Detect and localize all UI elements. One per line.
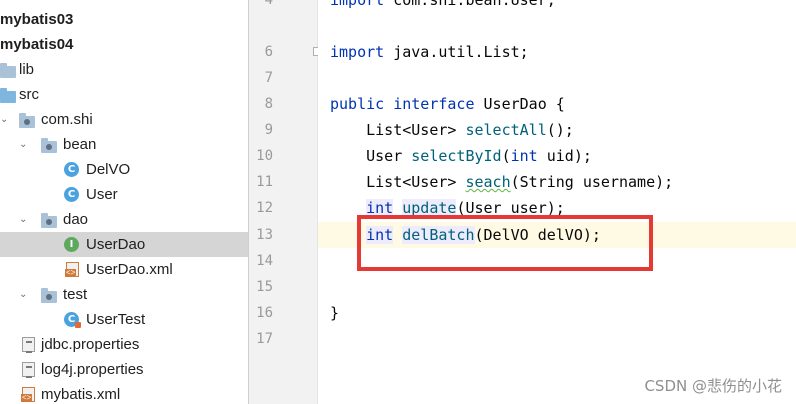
line-number: 17 <box>256 331 273 347</box>
line-number: 4 <box>264 0 273 8</box>
line-number: 11 <box>256 174 273 190</box>
line-number: 6 <box>264 44 273 60</box>
line-number: 14 <box>256 253 273 269</box>
tree-item-userdao[interactable]: I UserDao <box>0 232 248 257</box>
line-number: 7 <box>264 70 273 86</box>
chevron-down-icon[interactable]: ⌄ <box>19 140 28 150</box>
tree-item-com-shi[interactable]: ⌄ com.shi <box>0 107 248 132</box>
code-line-10: User selectById(int uid); <box>330 147 592 165</box>
line-number: 9 <box>264 122 273 138</box>
xml-file-icon <box>21 387 35 402</box>
tree-item-label: log4j.properties <box>41 361 144 378</box>
tree-item-label: lib <box>19 61 35 78</box>
typo-warning: seach <box>465 173 511 191</box>
line-number-current: 13 <box>256 227 273 243</box>
tree-item-log4j-properties[interactable]: log4j.properties <box>0 357 248 382</box>
tree-item-usertest[interactable]: C UserTest <box>0 307 248 332</box>
code-editor[interactable]: import com.shi.bean.User; import java.ut… <box>318 0 796 404</box>
code-line-8: public interface UserDao { <box>330 95 565 113</box>
package-icon <box>41 288 57 303</box>
tree-item-label: bean <box>63 136 97 153</box>
test-class-icon: C <box>64 312 81 328</box>
annotation-highlight-box <box>357 215 653 271</box>
tree-item-label: dao <box>63 211 89 228</box>
tree-item-lib[interactable]: lib <box>0 57 248 82</box>
tree-item-label: UserDao.xml <box>86 261 173 278</box>
source-folder-icon <box>0 88 16 103</box>
interface-icon: I <box>64 237 79 252</box>
line-number: 12 <box>256 200 273 216</box>
tree-item-userdao-xml[interactable]: UserDao.xml <box>0 257 248 282</box>
tree-item-delvo[interactable]: C DelVO <box>0 157 248 182</box>
line-number: 10 <box>256 148 273 164</box>
tree-item-bean[interactable]: ⌄ bean <box>0 132 248 157</box>
properties-file-icon <box>22 337 35 353</box>
code-line-11: List<User> seach(String username); <box>330 173 674 191</box>
package-icon <box>19 113 35 128</box>
tree-item-src[interactable]: src <box>0 82 248 107</box>
chevron-down-icon[interactable]: ⌄ <box>19 290 28 300</box>
xml-file-icon <box>65 262 79 277</box>
code-line-6: import java.util.List; <box>330 43 529 61</box>
class-icon: C <box>64 187 79 202</box>
code-line-4: import com.shi.bean.User; <box>330 0 556 9</box>
tree-item-label: src <box>19 86 39 103</box>
package-icon <box>41 138 57 153</box>
tree-item-label: jdbc.properties <box>41 336 140 353</box>
tree-item-label: mybatis04 <box>0 36 74 53</box>
tree-item-label: UserTest <box>86 311 146 328</box>
tree-item-label: UserDao <box>86 236 146 253</box>
watermark: CSDN @悲伤的小花 <box>644 377 782 395</box>
chevron-down-icon[interactable]: ⌄ <box>0 115 9 125</box>
tree-item-label: com.shi <box>41 111 93 128</box>
line-number: 16 <box>256 305 273 321</box>
tree-item-label: mybatis.xml <box>41 386 121 403</box>
tree-item-dao[interactable]: ⌄ dao <box>0 207 248 232</box>
tree-item-label: DelVO <box>86 161 131 178</box>
class-icon: C <box>64 162 79 177</box>
code-line-16: } <box>330 304 340 322</box>
tree-item-label: mybatis03 <box>0 11 74 28</box>
project-tree: mybatis03 mybatis04 lib src ⌄ com.shi ⌄ … <box>0 0 248 404</box>
line-number-gutter: 4 6 7 8 9 10 11 12 13 14 15 16 17 <box>249 0 317 404</box>
tree-item-mybatis03[interactable]: mybatis03 <box>0 7 248 32</box>
tree-item-mybatis-xml[interactable]: mybatis.xml <box>0 382 248 404</box>
tree-item-mybatis04[interactable]: mybatis04 <box>0 32 248 57</box>
tree-item-test[interactable]: ⌄ test <box>0 282 248 307</box>
tree-item-jdbc-properties[interactable]: jdbc.properties <box>0 332 248 357</box>
chevron-down-icon[interactable]: ⌄ <box>19 215 28 225</box>
tree-item-label: User <box>86 186 118 203</box>
folder-icon <box>0 63 16 78</box>
package-icon <box>41 213 57 228</box>
line-number: 8 <box>264 96 273 112</box>
properties-file-icon <box>22 362 35 378</box>
tree-item-label: test <box>63 286 88 303</box>
code-line-9: List<User> selectAll(); <box>330 121 574 139</box>
line-number: 15 <box>256 279 273 295</box>
tree-item-user[interactable]: C User <box>0 182 248 207</box>
